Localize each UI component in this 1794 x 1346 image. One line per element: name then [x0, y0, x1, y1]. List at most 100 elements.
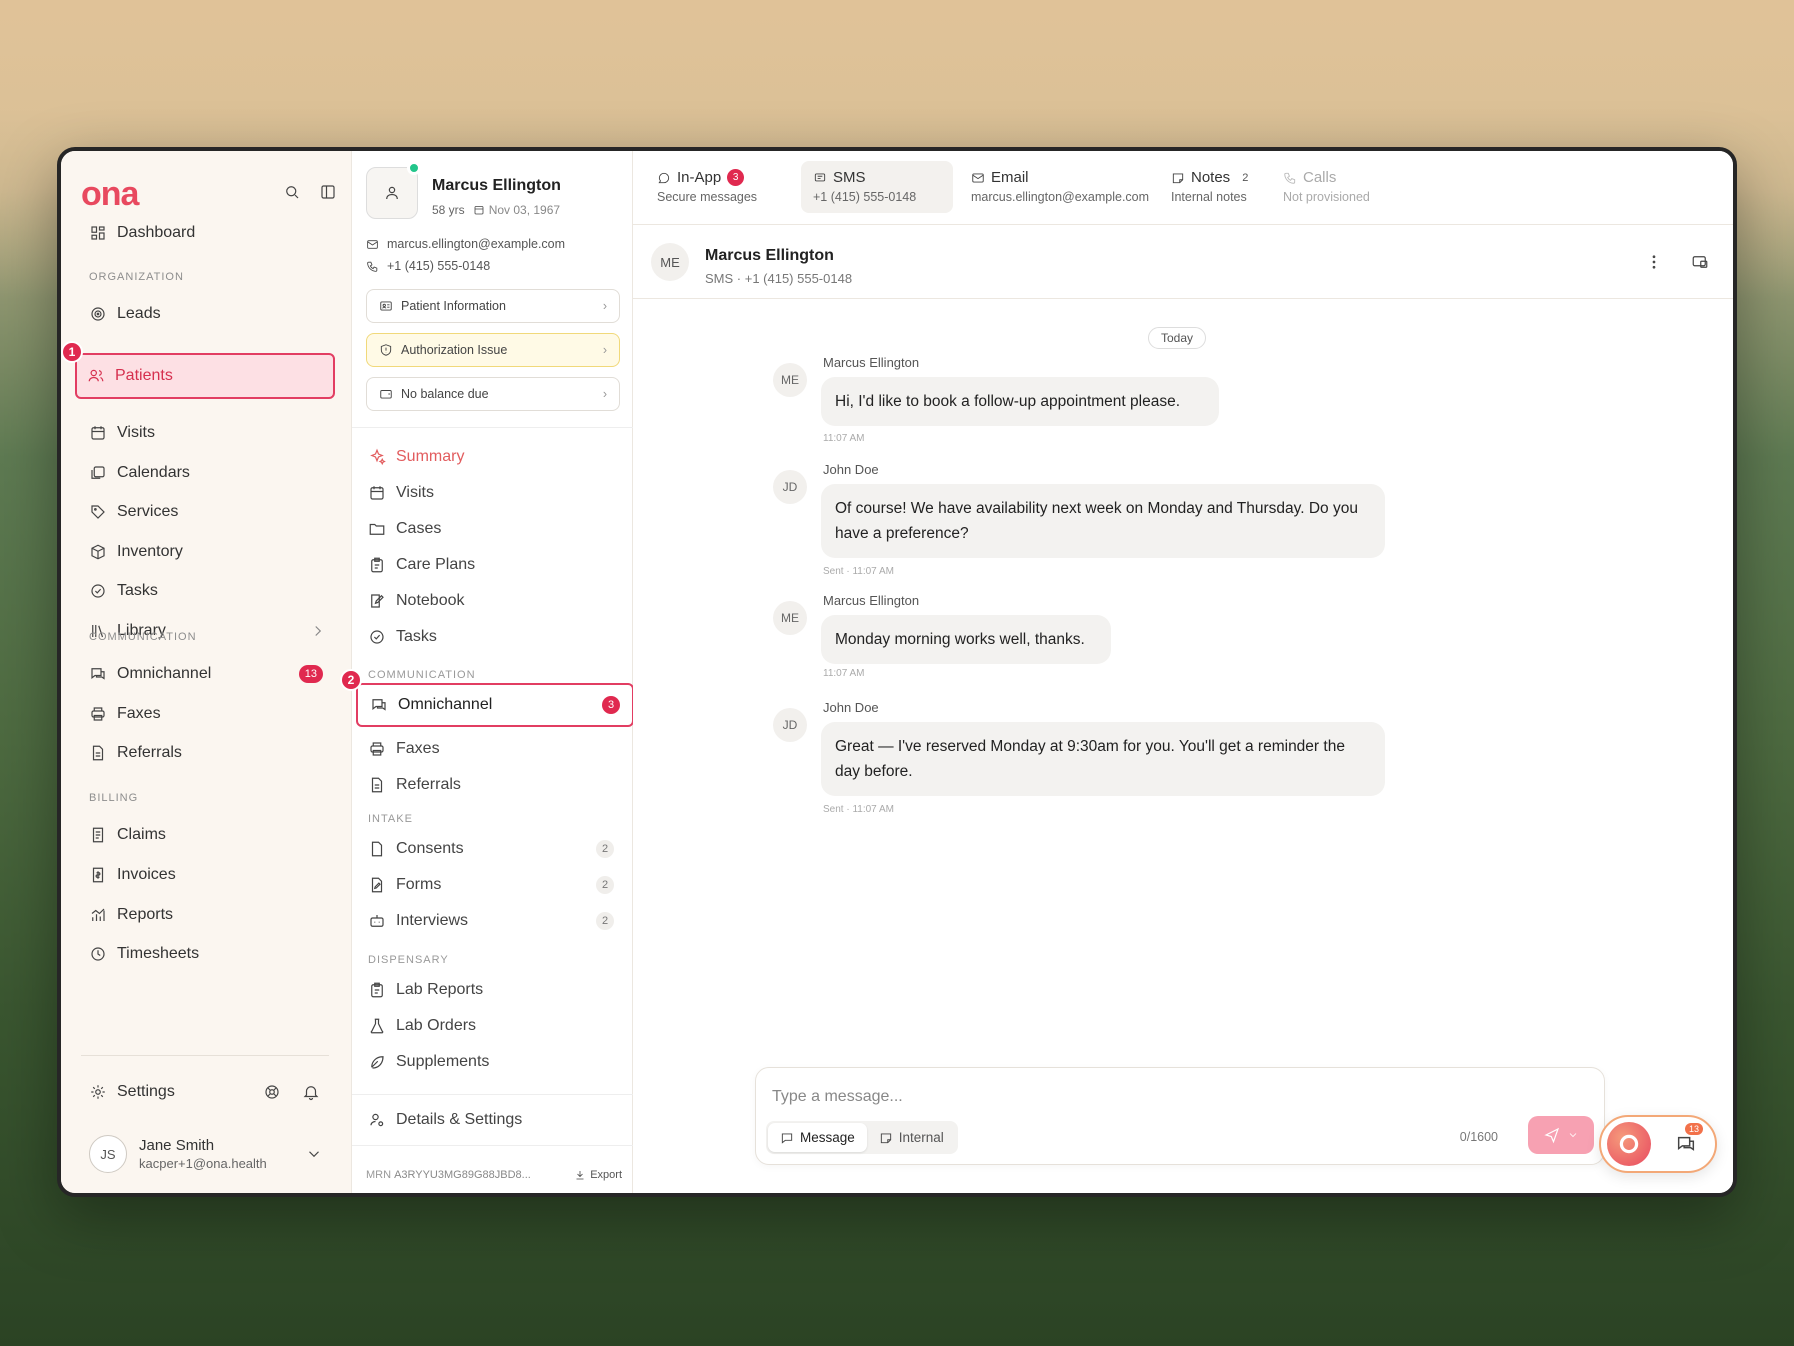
- calendar-icon: [89, 424, 107, 442]
- button-label: No balance due: [401, 387, 489, 401]
- section-billing: BILLING: [89, 792, 139, 804]
- tab-visits[interactable]: Visits: [366, 477, 620, 509]
- tab-label: Interviews: [396, 912, 469, 929]
- message-time: Sent · 11:07 AM: [823, 566, 894, 577]
- avatar: ME: [651, 243, 689, 281]
- patient-information-button[interactable]: Patient Information ›: [366, 289, 620, 323]
- sidebar-item-visits[interactable]: Visits: [79, 413, 335, 453]
- search-icon[interactable]: [283, 183, 301, 201]
- settings-button[interactable]: Settings: [79, 1072, 335, 1112]
- chevron-down-icon[interactable]: [1567, 1129, 1579, 1141]
- chevron-right-icon: ›: [602, 299, 607, 313]
- sidebar-item-claims[interactable]: Claims: [79, 815, 335, 855]
- balance-button[interactable]: No balance due ›: [366, 377, 620, 411]
- sidebar-item-dashboard[interactable]: Dashboard: [79, 213, 335, 253]
- send-button[interactable]: [1528, 1116, 1594, 1154]
- tab-lab-orders[interactable]: Lab Orders: [366, 1010, 620, 1042]
- tab-notebook[interactable]: Notebook: [366, 585, 620, 617]
- conversation-sub: SMS · +1 (415) 555-0148: [705, 271, 853, 286]
- tab-sms[interactable]: SMS +1 (415) 555-0148: [801, 161, 953, 213]
- chevron-down-icon[interactable]: [305, 1145, 323, 1163]
- tab-calls: Calls Not provisioned: [1271, 161, 1382, 213]
- user-email: kacper+1@ona.health: [139, 1156, 267, 1171]
- sidebar-toggle-icon[interactable]: [319, 183, 337, 201]
- ona-logo[interactable]: ona: [81, 175, 139, 214]
- chevron-right-icon: [309, 622, 327, 640]
- tab-supplements[interactable]: Supplements: [366, 1046, 620, 1078]
- tab-label: In-App: [677, 169, 722, 186]
- tab-lab-reports[interactable]: Lab Reports: [366, 974, 620, 1006]
- message-sender: Marcus Ellington: [823, 593, 920, 608]
- authorization-issue-button[interactable]: Authorization Issue ›: [366, 333, 620, 367]
- sidebar-item-referrals[interactable]: Referrals: [79, 733, 335, 773]
- sidebar-item-label: Reports: [117, 906, 174, 923]
- sidebar-item-patients[interactable]: Patients: [75, 353, 335, 399]
- tab-label: Consents: [396, 840, 464, 857]
- assistant-widget[interactable]: 13: [1599, 1115, 1717, 1173]
- tab-cases[interactable]: Cases: [366, 513, 620, 545]
- online-status-icon: [407, 161, 421, 175]
- document-icon: [368, 776, 386, 794]
- avatar: ME: [773, 601, 807, 635]
- chat-icon[interactable]: [1675, 1133, 1697, 1155]
- sidebar-item-invoices[interactable]: Invoices: [79, 855, 335, 895]
- patient-divider: [352, 1145, 634, 1146]
- sidebar-item-calendars[interactable]: Calendars: [79, 453, 335, 493]
- sidebar-item-reports[interactable]: Reports: [79, 895, 335, 935]
- tab-faxes[interactable]: Faxes: [366, 733, 620, 765]
- tab-label: Summary: [396, 448, 465, 465]
- avatar: JD: [773, 470, 807, 504]
- tab-interviews[interactable]: Interviews 2: [366, 905, 620, 937]
- patient-name: Marcus Ellington: [432, 177, 561, 194]
- sidebar-item-leads[interactable]: Leads: [79, 294, 335, 334]
- panel-icon[interactable]: [1691, 253, 1709, 271]
- sidebar-item-faxes[interactable]: Faxes: [79, 694, 335, 734]
- chat-icon: [370, 696, 388, 714]
- ona-assistant-icon[interactable]: [1607, 1122, 1651, 1166]
- user-name: Jane Smith: [139, 1137, 215, 1154]
- more-vertical-icon[interactable]: [1645, 253, 1663, 271]
- tab-tasks[interactable]: Tasks: [366, 621, 620, 653]
- tab-notes[interactable]: Notes 2 Internal notes: [1159, 161, 1260, 213]
- mail-icon: [971, 171, 985, 185]
- message-bubble: Monday morning works well, thanks.: [821, 615, 1111, 664]
- tab-details-settings[interactable]: Details & Settings: [366, 1104, 620, 1136]
- calendars-icon: [89, 464, 107, 482]
- tab-consents[interactable]: Consents 2: [366, 833, 620, 865]
- sidebar-item-label: Claims: [117, 826, 166, 843]
- sms-icon: [813, 171, 827, 185]
- bell-icon[interactable]: [302, 1083, 320, 1101]
- settings-label: Settings: [117, 1083, 175, 1100]
- patient-dob: Nov 03, 1967: [488, 203, 561, 217]
- export-button[interactable]: Export: [574, 1169, 622, 1181]
- mrn-value: A3RYYU3MG89G88JBD8...: [394, 1169, 531, 1181]
- mode-label: Message: [800, 1130, 855, 1145]
- sidebar-item-inventory[interactable]: Inventory: [79, 532, 335, 572]
- mode-internal-button[interactable]: Internal: [867, 1123, 956, 1152]
- tab-label: Tasks: [396, 628, 437, 645]
- tab-referrals[interactable]: Referrals: [366, 769, 620, 801]
- check-circle-icon: [89, 582, 107, 600]
- sidebar-item-label: Calendars: [117, 464, 190, 481]
- tab-summary[interactable]: Summary: [366, 441, 620, 473]
- patient-email-row[interactable]: marcus.ellington@example.com: [366, 237, 565, 251]
- tab-omnichannel[interactable]: Omnichannel 3: [356, 683, 634, 727]
- user-profile[interactable]: JS Jane Smith kacper+1@ona.health: [89, 1135, 323, 1173]
- tab-email[interactable]: Email marcus.ellington@example.com: [959, 161, 1161, 213]
- tab-in-app[interactable]: In-App 3 Secure messages: [645, 161, 769, 213]
- message-input[interactable]: Type a message...: [772, 1088, 903, 1106]
- sidebar-item-omnichannel[interactable]: Omnichannel 13: [79, 654, 335, 694]
- mode-message-button[interactable]: Message: [768, 1123, 867, 1152]
- user-icon: [383, 184, 401, 202]
- sidebar-item-services[interactable]: Services: [79, 492, 335, 532]
- notes-count: 2: [1242, 171, 1249, 184]
- chat-icon: [89, 665, 107, 683]
- sidebar-item-timesheets[interactable]: Timesheets: [79, 934, 335, 974]
- patient-phone-row[interactable]: +1 (415) 555-0148: [366, 259, 490, 273]
- sidebar-item-tasks[interactable]: Tasks: [79, 571, 335, 611]
- help-icon[interactable]: [263, 1083, 281, 1101]
- tab-care-plans[interactable]: Care Plans: [366, 549, 620, 581]
- tab-forms[interactable]: Forms 2: [366, 869, 620, 901]
- app-window: ona Dashboard ORGANIZATION Leads Patient…: [57, 147, 1737, 1197]
- message-bubble: Of course! We have availability next wee…: [821, 484, 1385, 558]
